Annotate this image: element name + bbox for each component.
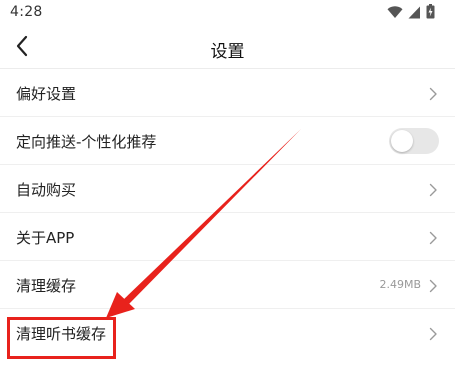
settings-item-label: 自动购买 <box>16 181 77 199</box>
toggle-knob <box>391 130 413 152</box>
settings-item-label: 偏好设置 <box>16 85 77 103</box>
settings-item-label: 关于APP <box>16 229 75 247</box>
chevron-right-icon <box>428 86 438 101</box>
settings-list: 偏好设置 定向推送-个性化推荐 自动购买 关于APP 清理缓存 2.49MB 清… <box>0 69 455 356</box>
settings-item-label: 定向推送-个性化推荐 <box>16 133 157 151</box>
settings-item-label: 清理听书缓存 <box>16 325 107 343</box>
page-title: 设置 <box>210 42 245 62</box>
status-icons <box>387 3 435 23</box>
settings-item-clear-audiobook-cache[interactable]: 清理听书缓存 <box>0 309 455 356</box>
chevron-right-icon <box>428 230 438 245</box>
chevron-right-icon <box>428 182 438 197</box>
chevron-right-icon <box>428 278 438 293</box>
settings-item-clear-cache[interactable]: 清理缓存 2.49MB <box>0 261 455 309</box>
settings-item-personalized-push: 定向推送-个性化推荐 <box>0 117 455 165</box>
personalized-push-toggle[interactable] <box>389 128 439 154</box>
chevron-right-icon <box>428 326 438 341</box>
status-bar: 4:28 <box>0 0 455 28</box>
battery-charging-icon <box>426 3 435 23</box>
settings-item-auto-purchase[interactable]: 自动购买 <box>0 165 455 213</box>
wifi-icon <box>387 4 403 23</box>
settings-item-preferences[interactable]: 偏好设置 <box>0 69 455 117</box>
settings-item-about-app[interactable]: 关于APP <box>0 213 455 261</box>
header-bar: 设置 <box>0 28 455 69</box>
status-time: 4:28 <box>10 4 43 20</box>
cellular-signal-icon <box>408 4 421 23</box>
cache-size-value: 2.49MB <box>379 278 421 291</box>
settings-item-label: 清理缓存 <box>16 277 77 295</box>
